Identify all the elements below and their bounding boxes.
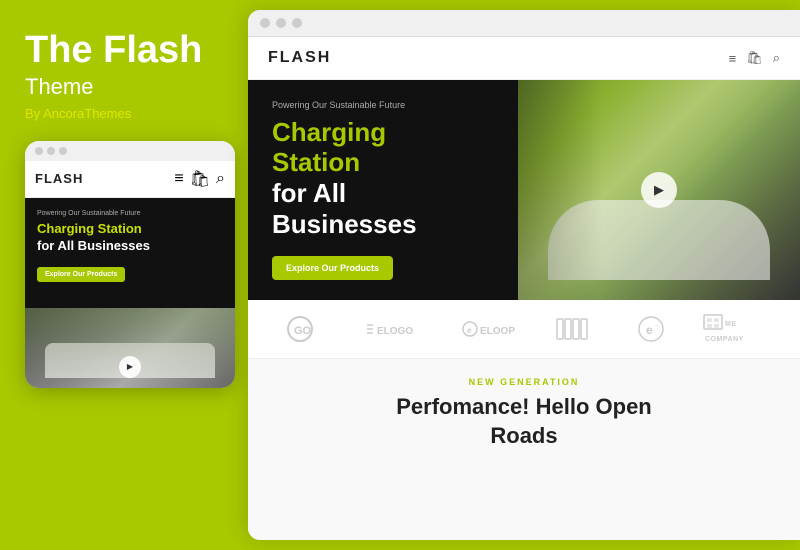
elogo-svg: ELOGO <box>365 317 425 341</box>
right-panel: FLASH ≡ 🛍 ⌕ Powering Our Sustainable Fut… <box>248 10 800 540</box>
mobile-mockup: FLASH ≡ 🛍 ⌕ Powering Our Sustainable Fut… <box>25 141 235 388</box>
mobile-dot-2 <box>47 147 55 155</box>
hero-title-white: for AllBusinesses <box>272 178 494 240</box>
hero-subtitle: Powering Our Sustainable Future <box>272 100 494 110</box>
desktop-nav-icons: ≡ 🛍 ⌕ <box>729 50 780 66</box>
hero-explore-button[interactable]: Explore Our Products <box>272 256 393 280</box>
svg-text:e: e <box>646 323 653 337</box>
mobile-search-icon: ⌕ <box>216 170 225 188</box>
mobile-dot-3 <box>59 147 67 155</box>
svg-text:e: e <box>467 326 472 335</box>
eloop-svg: e ELOOP <box>460 317 520 341</box>
browser-dot-1 <box>260 18 270 28</box>
go-logo-svg: GO <box>286 315 330 343</box>
browser-bar <box>248 10 800 37</box>
logo-eloop: e ELOOP <box>460 317 520 341</box>
svg-text:COMPANY: COMPANY <box>705 336 744 343</box>
logo-go: GO <box>286 315 330 343</box>
svg-text:ELOGO: ELOGO <box>377 326 413 337</box>
desktop-bag-icon[interactable]: 🛍 <box>746 50 763 66</box>
mobile-hero-title-white: for All Businesses <box>37 238 223 255</box>
e2-svg: e → <box>634 315 668 343</box>
bars-svg <box>555 315 599 343</box>
hero-right-image: ▶ <box>518 80 800 300</box>
new-gen-title: Perfomance! Hello Open Roads <box>268 393 780 450</box>
mobile-dot-1 <box>35 147 43 155</box>
mobile-nav: FLASH ≡ 🛍 ⌕ <box>25 161 235 198</box>
hero-left: Powering Our Sustainable Future Charging… <box>248 80 518 300</box>
left-panel: The Flash Theme By AncoraThemes FLASH ≡ … <box>0 0 248 550</box>
new-gen-label: NEW GENERATION <box>268 377 780 387</box>
company-svg: ME COMPANY <box>703 314 763 344</box>
logo-e2: e → <box>634 315 668 343</box>
mobile-hero-title-green: Charging Station <box>37 221 223 237</box>
desktop-search-icon[interactable]: ⌕ <box>773 50 780 66</box>
mobile-bag-icon: 🛍 <box>190 169 210 189</box>
browser-dot-2 <box>276 18 286 28</box>
browser-dot-3 <box>292 18 302 28</box>
svg-text:→: → <box>653 322 660 329</box>
new-generation-section: NEW GENERATION Perfomance! Hello Open Ro… <box>248 359 800 540</box>
hero-title-green: ChargingStation <box>272 118 494 178</box>
theme-by: By AncoraThemes <box>25 106 131 121</box>
mobile-menu-icon: ≡ <box>174 170 183 188</box>
desktop-logo: FLASH <box>268 49 331 67</box>
theme-title: The Flash <box>25 30 202 72</box>
mobile-hero: Powering Our Sustainable Future Charging… <box>25 198 235 308</box>
desktop-menu-icon[interactable]: ≡ <box>729 51 737 66</box>
mobile-logo: FLASH <box>35 171 83 186</box>
svg-text:GO: GO <box>294 325 312 337</box>
mobile-car-image: ▶ <box>25 308 235 388</box>
mobile-explore-button[interactable]: Explore Our Products <box>37 267 125 282</box>
theme-subtitle: Theme <box>25 74 93 100</box>
svg-text:ELOOP: ELOOP <box>480 326 515 337</box>
logo-company: ME COMPANY <box>703 314 763 344</box>
svg-text:ME: ME <box>725 321 737 328</box>
mobile-top-bar <box>25 141 235 161</box>
logo-elogo: ELOGO <box>365 317 425 341</box>
mobile-nav-icons: ≡ 🛍 ⌕ <box>174 169 225 189</box>
desktop-nav: FLASH ≡ 🛍 ⌕ <box>248 37 800 80</box>
logo-bars <box>555 315 599 343</box>
mobile-play-button[interactable]: ▶ <box>119 356 141 378</box>
logos-section: GO ELOGO e ELOOP <box>248 300 800 359</box>
desktop-hero: Powering Our Sustainable Future Charging… <box>248 80 800 300</box>
hero-play-button[interactable]: ▶ <box>641 172 677 208</box>
mobile-hero-subtitle: Powering Our Sustainable Future <box>37 210 223 217</box>
